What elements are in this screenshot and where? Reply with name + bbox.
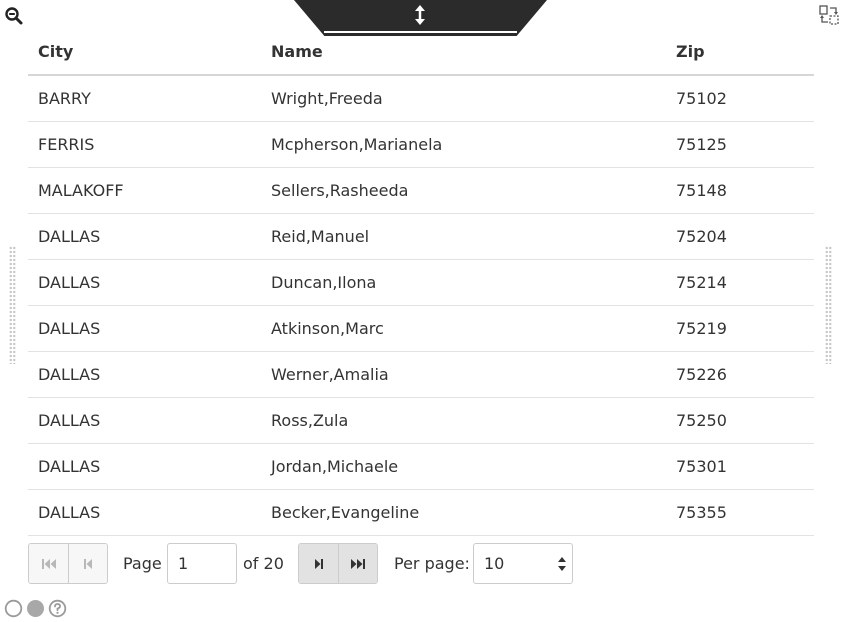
per-page-select[interactable]: 10 [473,543,573,584]
table-row[interactable]: BARRY Wright,Freeda 75102 [28,75,814,122]
table-row[interactable]: DALLAS Atkinson,Marc 75219 [28,305,814,352]
cell-city: FERRIS [28,121,261,168]
zoom-out-icon[interactable] [4,6,24,26]
table-row[interactable]: DALLAS Werner,Amalia 75226 [28,351,814,398]
cell-zip: 75204 [666,213,814,260]
table-header-row: City Name Zip [28,29,814,76]
last-page-icon [351,558,365,569]
select-arrows-icon [558,557,566,571]
current-page-input[interactable] [167,543,237,584]
previous-page-button[interactable] [68,544,107,583]
cell-city: MALAKOFF [28,167,261,214]
first-page-button[interactable] [29,544,68,583]
data-table: City Name Zip BARRY Wright,Freeda 75102 … [28,29,814,536]
table-row[interactable]: FERRIS Mcpherson,Marianela 75125 [28,121,814,168]
cell-zip: 75214 [666,259,814,306]
table-row[interactable]: DALLAS Becker,Evangeline 75355 [28,489,814,536]
cell-city: DALLAS [28,443,261,490]
column-header-name[interactable]: Name [261,29,666,76]
cell-zip: 75301 [666,443,814,490]
cell-name: Becker,Evangeline [261,489,666,536]
first-page-icon [41,558,56,569]
cell-city: DALLAS [28,489,261,536]
cell-city: DALLAS [28,397,261,444]
per-page-value: 10 [484,554,505,573]
cell-name: Atkinson,Marc [261,305,666,352]
next-page-icon [314,558,323,569]
pagination-bar: Page of 20 Per page: 10 [28,543,588,584]
cell-name: Jordan,Michaele [261,443,666,490]
swap-layout-icon[interactable] [818,4,840,26]
cell-zip: 75148 [666,167,814,214]
last-page-button[interactable] [338,544,377,583]
vertical-resize-icon [415,5,425,25]
right-resize-grip[interactable] [825,246,832,364]
column-header-zip[interactable]: Zip [666,29,814,76]
footer-icon-bar [4,599,67,618]
cell-name: Reid,Manuel [261,213,666,260]
cell-name: Wright,Freeda [261,75,666,122]
total-pages-label: of 20 [243,554,284,573]
cell-name: Mcpherson,Marianela [261,121,666,168]
cell-city: DALLAS [28,213,261,260]
page-label: Page [123,554,162,573]
table-row[interactable]: MALAKOFF Sellers,Rasheeda 75148 [28,167,814,214]
cell-city: DALLAS [28,351,261,398]
cell-zip: 75102 [666,75,814,122]
previous-page-icon [84,558,92,569]
cell-zip: 75250 [666,397,814,444]
left-resize-grip[interactable] [9,246,16,364]
pager-next-last-group [298,543,378,584]
table-row[interactable]: DALLAS Ross,Zula 75250 [28,397,814,444]
column-header-city[interactable]: City [28,29,261,76]
cell-zip: 75125 [666,121,814,168]
cell-city: DALLAS [28,259,261,306]
cell-city: DALLAS [28,305,261,352]
empty-circle-icon[interactable] [4,599,23,618]
cell-zip: 75226 [666,351,814,398]
cell-city: BARRY [28,75,261,122]
table-row[interactable]: DALLAS Duncan,Ilona 75214 [28,259,814,306]
help-icon[interactable] [48,599,67,618]
filled-circle-icon[interactable] [26,599,45,618]
cell-zip: 75355 [666,489,814,536]
table-row[interactable]: DALLAS Reid,Manuel 75204 [28,213,814,260]
pager-first-prev-group [28,543,108,584]
cell-name: Duncan,Ilona [261,259,666,306]
next-page-button[interactable] [299,544,338,583]
cell-name: Werner,Amalia [261,351,666,398]
cell-name: Ross,Zula [261,397,666,444]
cell-name: Sellers,Rasheeda [261,167,666,214]
cell-zip: 75219 [666,305,814,352]
table-row[interactable]: DALLAS Jordan,Michaele 75301 [28,443,814,490]
per-page-label: Per page: [394,554,470,573]
